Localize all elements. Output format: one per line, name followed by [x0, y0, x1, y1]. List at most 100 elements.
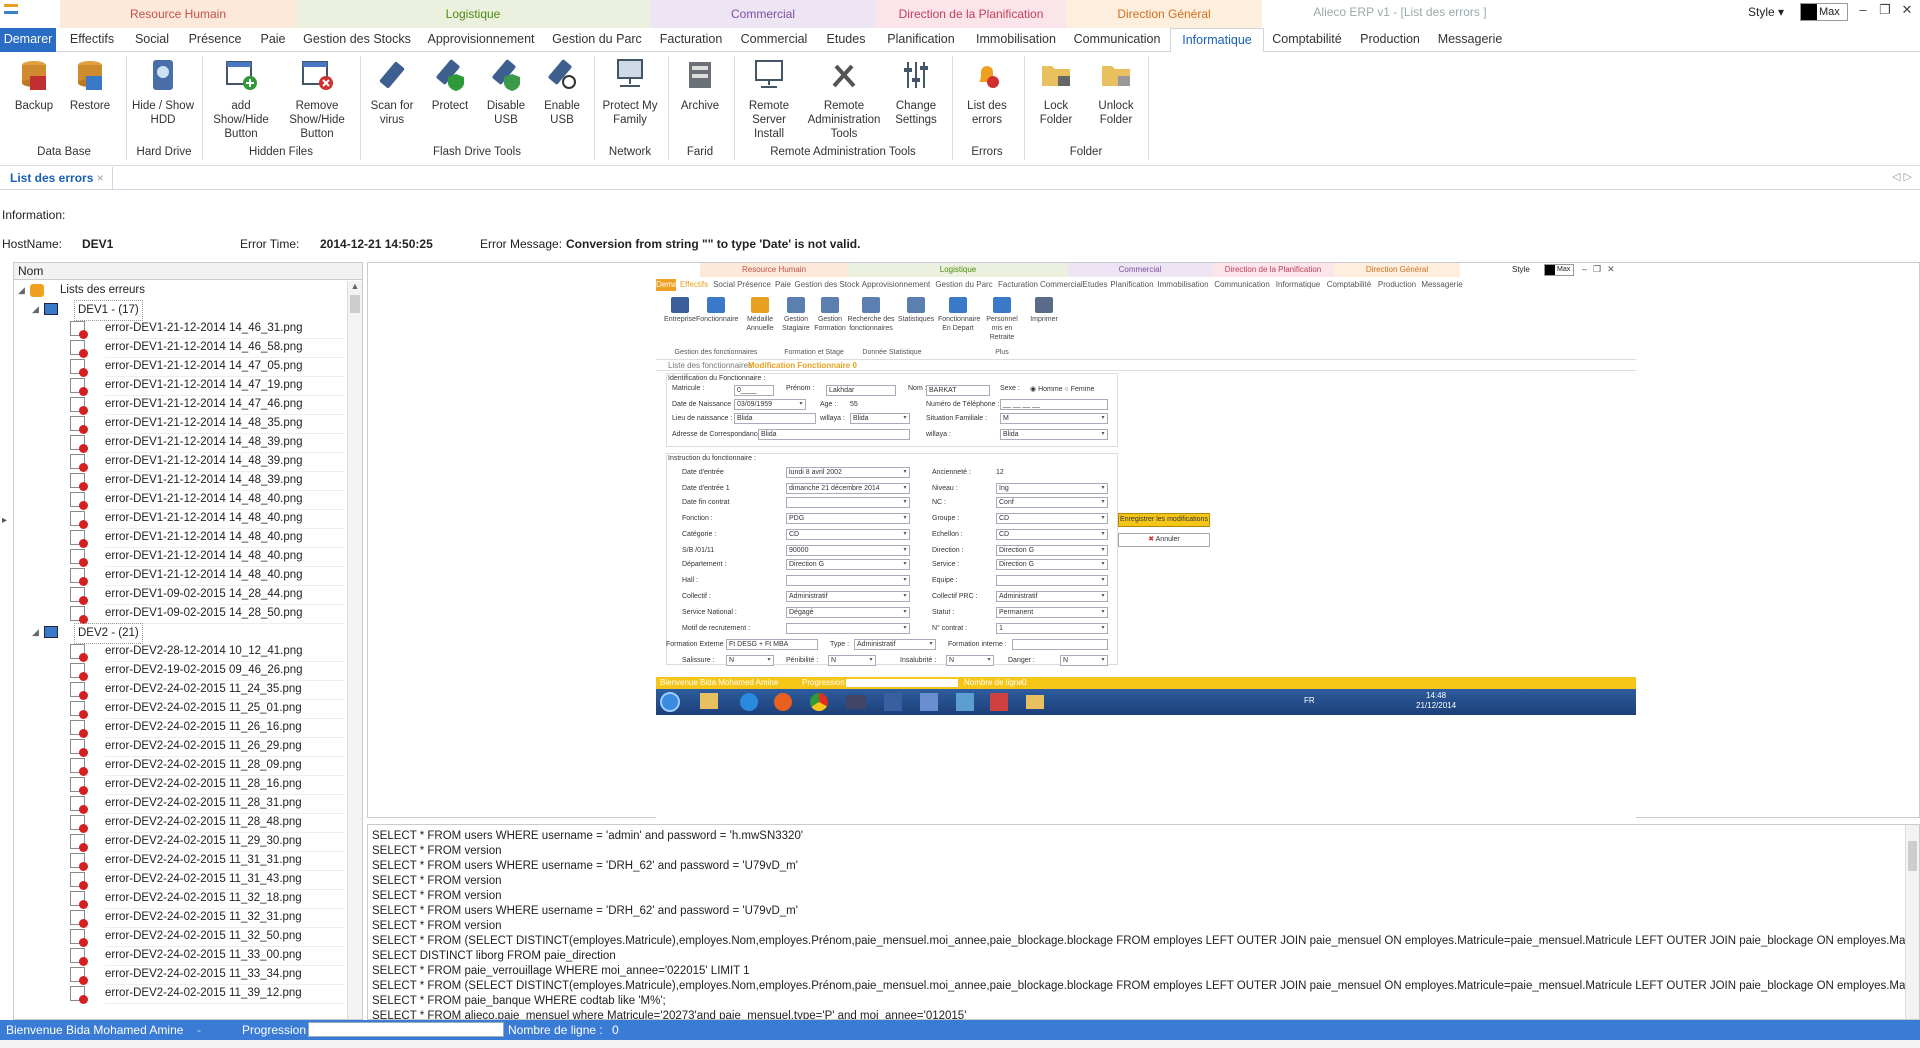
tab-presence[interactable]: Présence [180, 28, 250, 52]
unlock-folder-button[interactable]: Unlock Folder [1090, 58, 1142, 127]
max-theme-switch[interactable]: Max [1800, 3, 1848, 21]
tree-file-item[interactable]: error-DEV2-24-02-2015 11_26_16.png [18, 718, 348, 738]
protect-family-button[interactable]: Protect My Family [598, 58, 662, 127]
tab-comptabilite[interactable]: Comptabilité [1264, 28, 1350, 52]
tree-file-item[interactable]: error-DEV2-24-02-2015 11_32_18.png [18, 889, 348, 909]
pv-field-input: Conf [996, 497, 1108, 508]
pv-section-title: Instruction du fonctionnaire : [668, 455, 756, 462]
tree-file-item[interactable]: error-DEV1-21-12-2014 14_48_40.png [18, 547, 348, 567]
tree-file-item[interactable]: error-DEV2-24-02-2015 11_31_31.png [18, 851, 348, 871]
expand-icon[interactable]: ◢ [18, 281, 25, 300]
tab-planification[interactable]: Planification [876, 28, 966, 52]
doctab-list-errors[interactable]: List des errors × [2, 167, 113, 189]
tab-paie[interactable]: Paie [250, 28, 296, 52]
chevron-down-icon: ▾ [929, 641, 933, 647]
tree-file-item[interactable]: error-DEV2-19-02-2015 09_46_26.png [18, 661, 348, 681]
tab-etudes[interactable]: Etudes [816, 28, 876, 52]
restore-db-button[interactable]: Restore [64, 58, 116, 113]
add-show-hide-button[interactable]: add Show/Hide Button [208, 58, 274, 141]
remote-server-install-button[interactable]: Remote Server Install [738, 58, 800, 141]
tab-demarer[interactable]: Demarer [0, 28, 56, 52]
collapse-arrow-icon[interactable]: ▸ [2, 515, 7, 526]
tree-file-item[interactable]: error-DEV1-21-12-2014 14_47_46.png [18, 395, 348, 415]
tree-file-item[interactable]: error-DEV2-24-02-2015 11_33_34.png [18, 965, 348, 985]
cancel-icon: ✖ [1148, 536, 1155, 543]
enable-usb-button[interactable]: Enable USB [536, 58, 588, 127]
tree-file-item[interactable]: error-DEV2-24-02-2015 11_28_48.png [18, 813, 348, 833]
tree-file-item[interactable]: error-DEV2-24-02-2015 11_28_16.png [18, 775, 348, 795]
tree-file-item[interactable]: error-DEV2-24-02-2015 11_28_09.png [18, 756, 348, 776]
hide-show-hdd-button[interactable]: Hide / Show HDD [132, 58, 194, 127]
tree-file-item[interactable]: error-DEV1-09-02-2015 14_28_44.png [18, 585, 348, 605]
tree-file-item[interactable]: error-DEV1-09-02-2015 14_28_50.png [18, 604, 348, 624]
tree-file-item[interactable]: error-DEV2-24-02-2015 11_29_30.png [18, 832, 348, 852]
style-dropdown[interactable]: Style ▾ [1748, 4, 1784, 20]
change-settings-button[interactable]: Change Settings [886, 58, 946, 127]
doctab-scroll-arrows[interactable]: ◁ ▷ [1892, 170, 1912, 183]
tab-effectifs[interactable]: Effectifs [60, 28, 124, 52]
close-button[interactable]: ✕ [1896, 2, 1918, 20]
tree-file-item[interactable]: error-DEV1-21-12-2014 14_48_40.png [18, 490, 348, 510]
tab-commercial[interactable]: Commercial [732, 28, 816, 52]
scan-virus-button[interactable]: Scan for virus [366, 58, 418, 127]
tree-file-item[interactable]: error-DEV1-21-12-2014 14_48_40.png [18, 528, 348, 548]
tab-communication[interactable]: Communication [1066, 28, 1168, 52]
tree-file-item[interactable]: error-DEV2-28-12-2014 10_12_41.png [18, 642, 348, 662]
tab-production[interactable]: Production [1350, 28, 1430, 52]
tree-file-item[interactable]: error-DEV1-21-12-2014 14_46_31.png [18, 319, 348, 339]
remote-admin-tools-button[interactable]: Remote Administration Tools [806, 58, 882, 141]
tab-approvisionnement[interactable]: Approvisionnement [418, 28, 544, 52]
tree-file-item[interactable]: error-DEV2-24-02-2015 11_31_43.png [18, 870, 348, 890]
tree-file-item[interactable]: error-DEV2-24-02-2015 11_24_35.png [18, 680, 348, 700]
tab-gestion-parc[interactable]: Gestion du Parc [544, 28, 650, 52]
tree-file-item[interactable]: error-DEV2-24-02-2015 11_32_31.png [18, 908, 348, 928]
tab-gestion-stocks[interactable]: Gestion des Stocks [296, 28, 418, 52]
backup-button[interactable]: Backup [8, 58, 60, 113]
expand-icon[interactable]: ◢ [32, 623, 39, 642]
tree-file-item[interactable]: error-DEV1-21-12-2014 14_47_05.png [18, 357, 348, 377]
tree-file-item[interactable]: error-DEV1-21-12-2014 14_48_40.png [18, 509, 348, 529]
sql-scrollbar[interactable] [1905, 825, 1919, 1019]
pv-ribbon-icon [821, 297, 839, 313]
tree-file-item[interactable]: error-DEV2-24-02-2015 11_39_12.png [18, 984, 348, 1004]
tree-file-item[interactable]: error-DEV1-21-12-2014 14_48_39.png [18, 433, 348, 453]
pv-field-label: NC : [932, 499, 946, 506]
tree-file-item[interactable]: error-DEV2-24-02-2015 11_28_31.png [18, 794, 348, 814]
pv-field-input: Ft DESG + Ft MBA [726, 639, 818, 650]
tree-file-item[interactable]: error-DEV1-21-12-2014 14_46_58.png [18, 338, 348, 358]
pv-field-label: Collectif PRC : [932, 593, 978, 600]
tab-informatique[interactable]: Informatique [1170, 28, 1264, 53]
tree-file-item[interactable]: error-DEV2-24-02-2015 11_25_01.png [18, 699, 348, 719]
tree-file-item[interactable]: error-DEV1-21-12-2014 14_48_35.png [18, 414, 348, 434]
tree-file-item[interactable]: error-DEV1-21-12-2014 14_48_39.png [18, 471, 348, 491]
tree-file-item[interactable]: error-DEV2-24-02-2015 11_26_29.png [18, 737, 348, 757]
tab-social[interactable]: Social [124, 28, 180, 52]
usb-disable-icon [492, 59, 520, 91]
list-errors-button[interactable]: List des errors [958, 58, 1016, 127]
tree-file-item[interactable]: error-DEV1-21-12-2014 14_48_40.png [18, 566, 348, 586]
lock-folder-button[interactable]: Lock Folder [1030, 58, 1082, 127]
tree-file-item[interactable]: error-DEV2-24-02-2015 11_32_50.png [18, 927, 348, 947]
close-icon[interactable]: × [97, 171, 104, 185]
protect-button[interactable]: Protect [424, 58, 476, 113]
radio-empty-icon: ○ [1064, 386, 1069, 393]
tab-immobilisation[interactable]: Immobilisation [966, 28, 1066, 52]
tree-node-dev1[interactable]: ◢ DEV1 - (17) [18, 300, 348, 321]
tree-file-item[interactable]: error-DEV1-21-12-2014 14_48_39.png [18, 452, 348, 472]
pv-status-lines: Nombre de ligne : [964, 678, 1028, 687]
tree-node-dev2[interactable]: ◢ DEV2 - (21) [18, 623, 348, 644]
pv-ribbon-group: Gestion des fonctionnaires [674, 349, 758, 356]
tree-file-item[interactable]: error-DEV1-21-12-2014 14_47_19.png [18, 376, 348, 396]
image-error-icon [70, 777, 88, 795]
minimize-button[interactable]: – [1852, 2, 1874, 20]
tab-facturation[interactable]: Facturation [650, 28, 732, 52]
disable-usb-button[interactable]: Disable USB [480, 58, 532, 127]
tab-messagerie[interactable]: Messagerie [1430, 28, 1510, 52]
archive-button[interactable]: Archive [672, 58, 728, 113]
tree-file-item[interactable]: error-DEV2-24-02-2015 11_33_00.png [18, 946, 348, 966]
sql-log-line: SELECT * FROM users WHERE username = 'DR… [372, 860, 798, 872]
expand-icon[interactable]: ◢ [32, 300, 39, 319]
remove-show-hide-button[interactable]: Remove Show/Hide Button [282, 58, 352, 141]
tree-scrollbar[interactable]: ▲ [347, 281, 362, 1019]
restore-button[interactable]: ❐ [1874, 2, 1896, 20]
